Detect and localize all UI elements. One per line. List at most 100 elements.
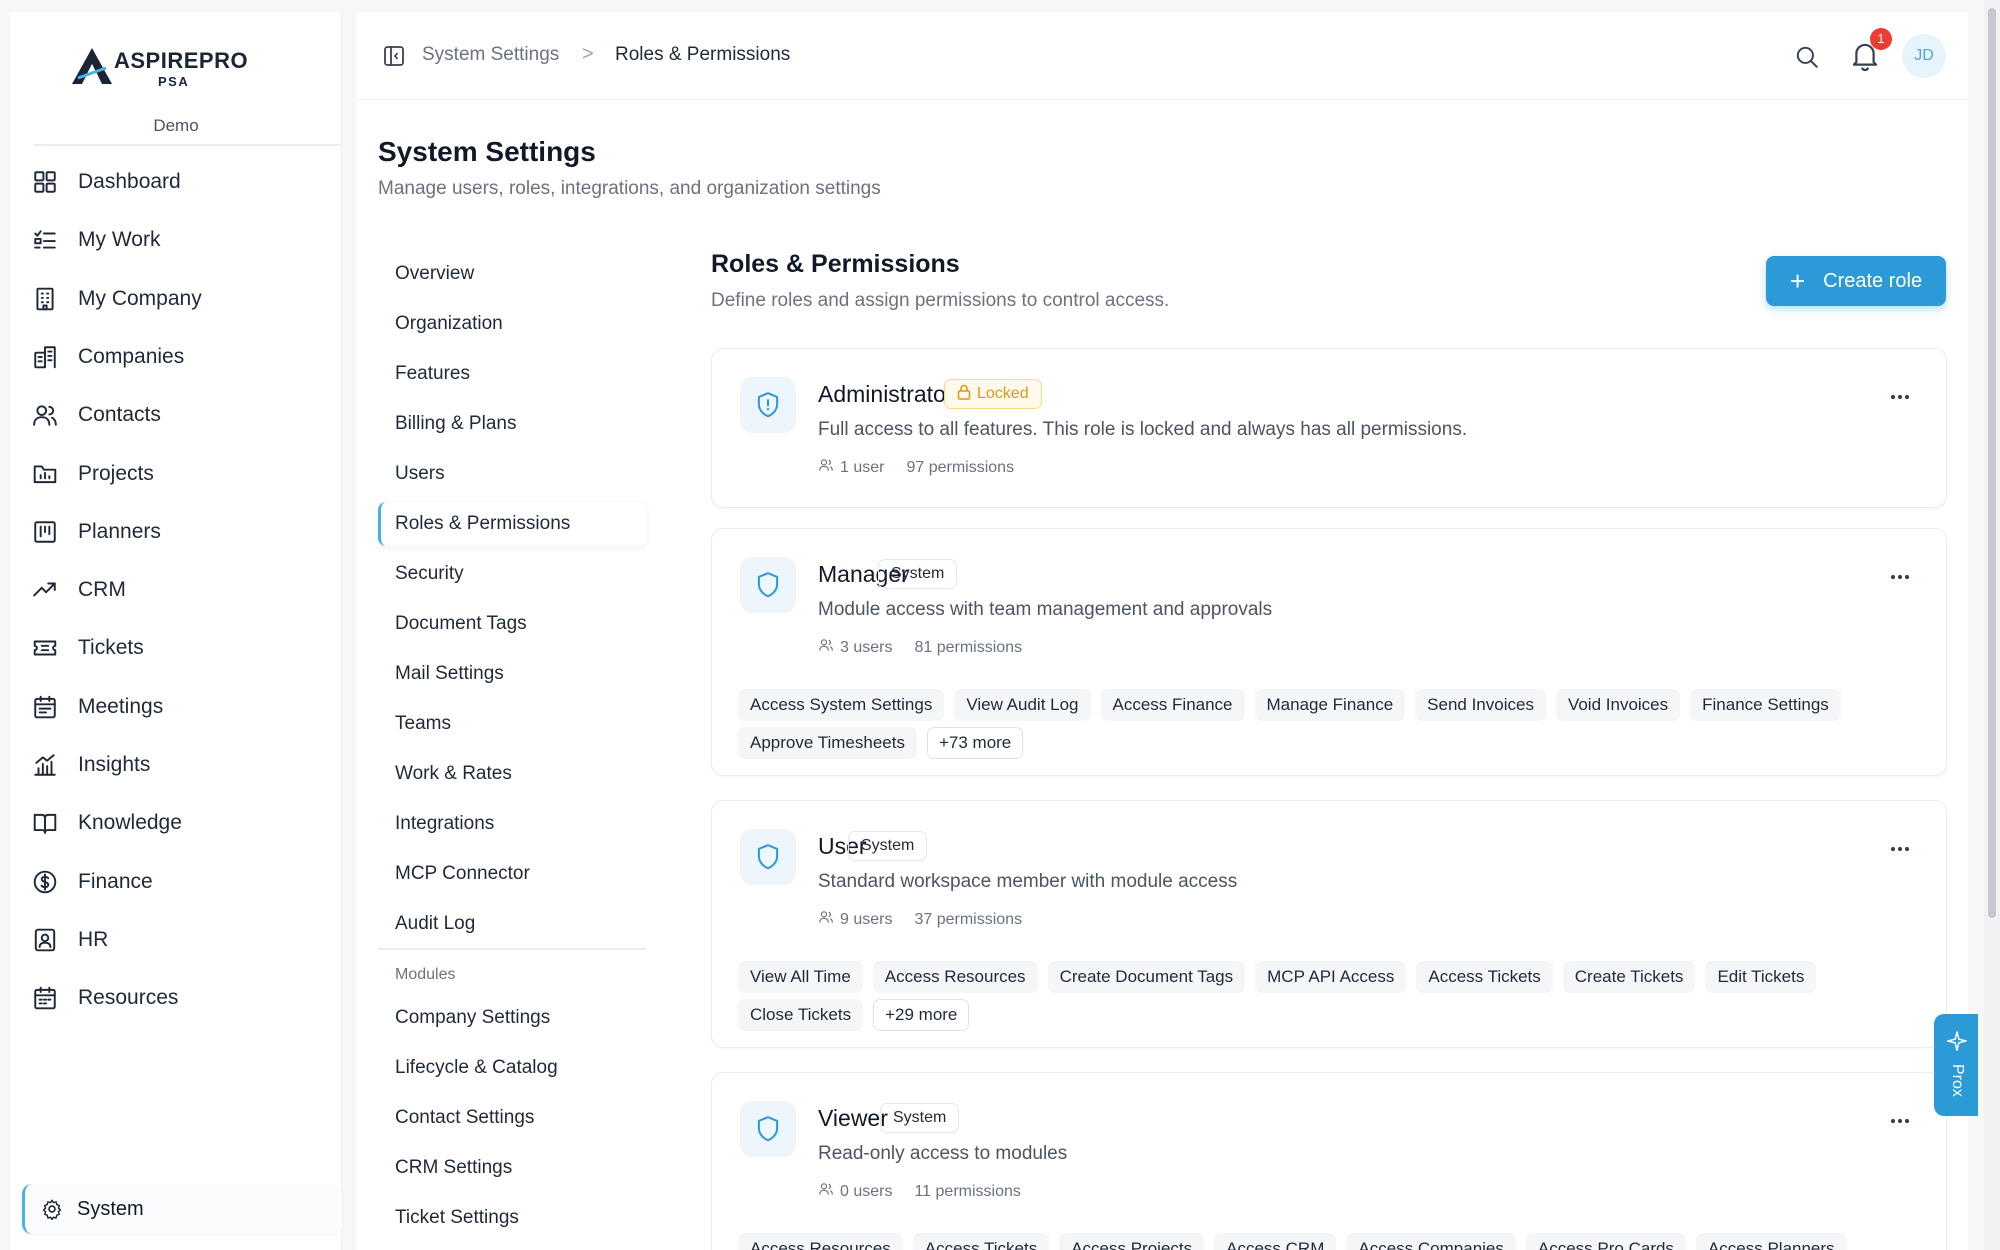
calendar-grid-icon xyxy=(32,985,58,1011)
settings-nav-teams[interactable]: Teams xyxy=(378,702,646,746)
sidebar-item-label: CRM xyxy=(78,578,126,602)
gear-icon xyxy=(42,1199,62,1220)
role-card-manager[interactable]: Manager System Module access with team man… xyxy=(711,528,1947,776)
system-badge: System xyxy=(880,1103,960,1133)
brand-logo[interactable]: ASPIREPRO PSA xyxy=(10,34,342,104)
more-permissions-button[interactable]: +29 more xyxy=(873,999,970,1031)
sidebar-item-finance[interactable]: Finance xyxy=(32,860,332,904)
breadcrumb-separator: > xyxy=(582,43,594,65)
settings-nav-crm-settings[interactable]: CRM Settings xyxy=(378,1146,646,1190)
sidebar-item-label: My Work xyxy=(78,228,161,252)
role-card-administrator[interactable]: Administrator Locked Full access to all fe… xyxy=(711,348,1947,508)
permission-tag: Edit Tickets xyxy=(1705,961,1817,993)
sidebar-item-label: HR xyxy=(78,927,109,951)
sidebar-item-label: Insights xyxy=(78,753,151,776)
folder-chart-icon xyxy=(32,461,58,487)
breadcrumb-parent[interactable]: System Settings xyxy=(422,44,559,66)
sidebar-item-companies[interactable]: Companies xyxy=(32,335,332,379)
role-meta: 3 users 81 permissions xyxy=(818,637,1022,658)
section-title: Roles & Permissions xyxy=(711,250,960,278)
settings-nav-lifecycle-catalog[interactable]: Lifecycle & Catalog xyxy=(378,1046,646,1090)
permission-tag: Access Tickets xyxy=(912,1233,1050,1250)
more-options-icon[interactable] xyxy=(1884,385,1916,409)
permission-tag: View Audit Log xyxy=(954,689,1091,721)
notification-badge: 1 xyxy=(1870,28,1892,50)
sidebar-item-system[interactable]: System xyxy=(22,1184,342,1234)
settings-nav-security[interactable]: Security xyxy=(378,552,646,596)
sidebar-toggle-icon[interactable] xyxy=(382,44,406,68)
workspace-name[interactable]: Demo xyxy=(10,116,342,136)
sidebar-item-my-company[interactable]: My Company xyxy=(32,277,332,321)
settings-nav-mcp-connector[interactable]: MCP Connector xyxy=(378,852,646,896)
sidebar-item-planners[interactable]: Planners xyxy=(32,510,332,554)
sidebar-item-knowledge[interactable]: Knowledge xyxy=(32,801,332,845)
sidebar-item-my-work[interactable]: My Work xyxy=(32,218,332,262)
shield-icon xyxy=(740,1101,796,1157)
sidebar-item-tickets[interactable]: Tickets xyxy=(32,626,332,670)
ticket-icon xyxy=(32,635,58,661)
assistant-tab[interactable]: Prox xyxy=(1934,1014,1978,1116)
role-permission-count: 37 permissions xyxy=(914,910,1023,928)
settings-nav-document-tags[interactable]: Document Tags xyxy=(378,602,646,646)
permission-tag: Access Projects xyxy=(1059,1233,1205,1250)
role-user-count: 3 users xyxy=(840,638,893,656)
settings-nav-roles-permissions[interactable]: Roles & Permissions xyxy=(378,502,646,546)
bar-chart-icon xyxy=(32,752,58,778)
permission-tag: Access System Settings xyxy=(738,689,945,721)
settings-nav-mail-settings[interactable]: Mail Settings xyxy=(378,652,646,696)
role-description: Read-only access to modules xyxy=(818,1143,1068,1164)
avatar[interactable]: JD xyxy=(1902,34,1946,78)
role-description: Standard workspace member with module ac… xyxy=(818,871,1238,892)
sidebar-item-label: System xyxy=(77,1197,144,1220)
sidebar-item-label: Companies xyxy=(78,344,185,368)
main-panel: System Settings > Roles & Permissions 1 … xyxy=(356,12,1968,1250)
scrollbar-thumb[interactable] xyxy=(1988,8,1996,918)
create-role-button[interactable]: + Create role xyxy=(1766,256,1946,306)
book-icon xyxy=(32,810,58,836)
settings-nav-overview[interactable]: Overview xyxy=(378,252,646,296)
more-options-icon[interactable] xyxy=(1884,837,1916,861)
section-subtitle: Define roles and assign permissions to c… xyxy=(711,290,1170,311)
users-icon xyxy=(32,402,58,428)
settings-nav-audit-log[interactable]: Audit Log xyxy=(378,902,646,946)
role-meta: 1 user 97 permissions xyxy=(818,457,1014,478)
role-name: Administrator xyxy=(818,381,954,407)
role-card-viewer[interactable]: Viewer System Read-only access to modules 0… xyxy=(711,1072,1947,1250)
logo-mark-icon xyxy=(72,48,112,84)
sidebar-item-projects[interactable]: Projects xyxy=(32,452,332,496)
permission-tag: Create Document Tags xyxy=(1047,961,1246,993)
breadcrumb-current: Roles & Permissions xyxy=(615,44,791,65)
more-options-icon[interactable] xyxy=(1884,565,1916,589)
settings-nav-organization[interactable]: Organization xyxy=(378,302,646,346)
settings-nav-users[interactable]: Users xyxy=(378,452,646,496)
page-title: System Settings xyxy=(378,136,596,167)
search-icon[interactable] xyxy=(1794,44,1820,70)
settings-nav-integrations[interactable]: Integrations xyxy=(378,802,646,846)
settings-nav-features[interactable]: Features xyxy=(378,352,646,396)
sidebar-item-hr[interactable]: HR xyxy=(32,918,332,962)
settings-nav-contact-settings[interactable]: Contact Settings xyxy=(378,1096,646,1140)
badge-label: System xyxy=(893,1109,947,1126)
sidebar-item-dashboard[interactable]: Dashboard xyxy=(32,160,332,204)
sidebar-item-insights[interactable]: Insights xyxy=(32,743,332,787)
badge-label: Locked xyxy=(977,385,1029,402)
sidebar-item-meetings[interactable]: Meetings xyxy=(32,685,332,729)
building-icon xyxy=(32,286,58,312)
settings-nav-billing-plans[interactable]: Billing & Plans xyxy=(378,402,646,446)
settings-nav-ticket-settings[interactable]: Ticket Settings xyxy=(378,1196,646,1240)
role-card-user[interactable]: User System Standard workspace member with… xyxy=(711,800,1947,1048)
settings-nav-work-rates[interactable]: Work & Rates xyxy=(378,752,646,796)
sidebar-item-contacts[interactable]: Contacts xyxy=(32,393,332,437)
permission-tag: Approve Timesheets xyxy=(738,727,917,759)
role-user-count: 0 users xyxy=(840,1182,893,1200)
role-user-count: 9 users xyxy=(840,910,893,928)
sidebar-item-label: Planners xyxy=(78,519,161,543)
badge-label: System xyxy=(861,837,915,854)
permission-tags-row: Access Resources Access Tickets Access Pro… xyxy=(738,1233,1857,1250)
more-permissions-button[interactable]: +73 more xyxy=(926,727,1024,759)
more-options-icon[interactable] xyxy=(1884,1109,1916,1133)
role-description: Module access with team management and a… xyxy=(818,599,1273,620)
sidebar-item-crm[interactable]: CRM xyxy=(32,568,332,612)
sidebar-item-resources[interactable]: Resources xyxy=(32,976,332,1020)
settings-nav-company-settings[interactable]: Company Settings xyxy=(378,996,646,1040)
